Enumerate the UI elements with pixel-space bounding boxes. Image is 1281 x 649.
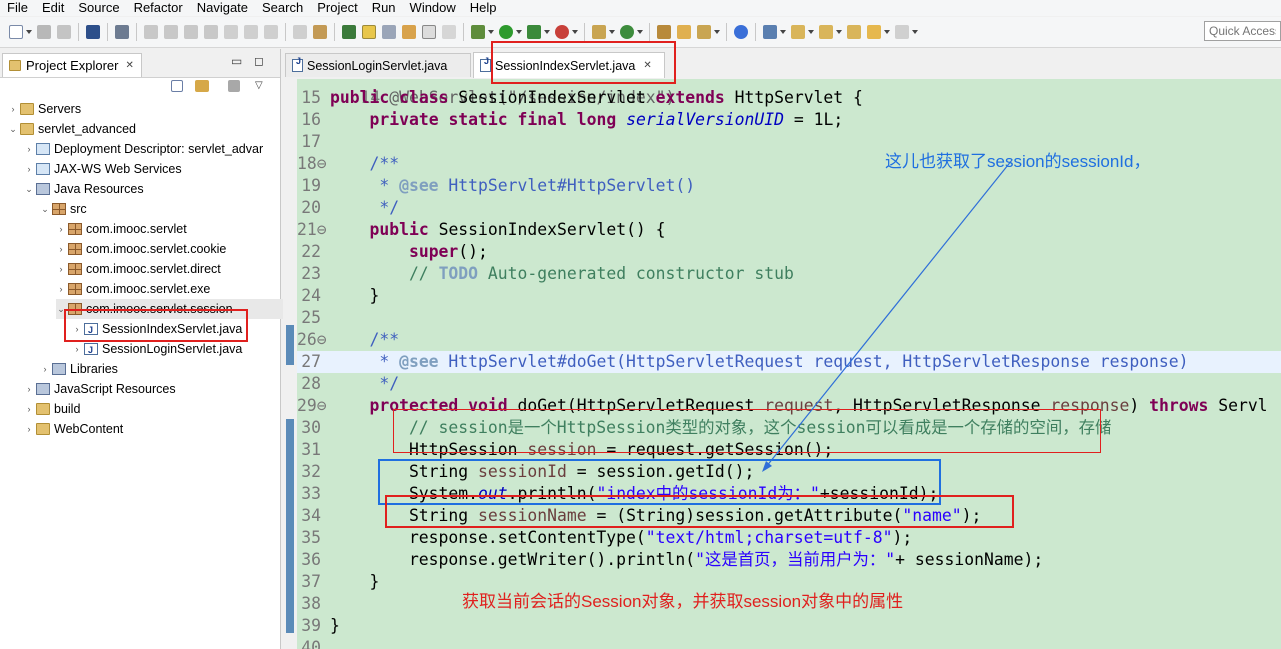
note-session-id: 这儿也获取了session的sessionId，: [885, 152, 1151, 171]
arrow-annotation: [762, 159, 1013, 472]
note-get-session: 获取当前会话的Session对象，并获取session对象中的属性: [462, 592, 904, 611]
